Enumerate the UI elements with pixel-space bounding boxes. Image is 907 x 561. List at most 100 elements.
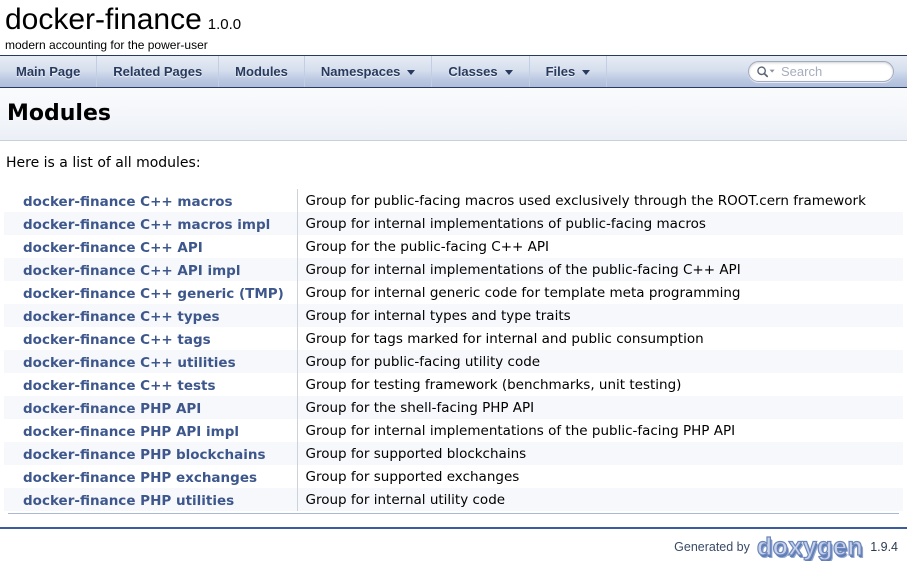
module-entry-cell: docker-finance C++ tests [4,373,297,396]
search-magnifier-group[interactable] [756,65,776,79]
table-row: docker-finance PHP blockchains Group for… [4,442,903,465]
table-row: docker-finance PHP exchanges Group for s… [4,465,903,488]
module-link[interactable]: docker-finance C++ tests [23,378,216,394]
search-caret-icon [770,69,775,72]
module-desc-cell: Group for internal implementations of th… [297,258,903,281]
search-input[interactable] [781,64,885,79]
module-desc-cell: Group for the public-facing C++ API [297,235,903,258]
nav-tab[interactable]: Files [530,56,608,87]
project-brief: modern accounting for the power-user [5,38,907,55]
module-desc-cell: Group for internal types and type traits [297,304,903,327]
table-row: docker-finance C++ API impl Group for in… [4,258,903,281]
table-row: docker-finance PHP API Group for the she… [4,396,903,419]
doxygen-logo[interactable]: doxygen [757,533,863,561]
nav-tab[interactable]: Main Page [0,56,97,87]
generated-by-label: Generated by [674,540,750,554]
contents: Here is a list of all modules: docker-fi… [0,155,907,514]
module-link[interactable]: docker-finance PHP blockchains [23,447,266,463]
module-desc-cell: Group for supported exchanges [297,465,903,488]
nav-tab-label: Main Page [16,64,80,79]
chevron-down-icon [407,70,415,75]
nav-tab[interactable]: Related Pages [97,56,219,87]
table-row: docker-finance PHP API impl Group for in… [4,419,903,442]
module-link[interactable]: docker-finance PHP exchanges [23,470,257,486]
main-nav-bar: Main Page Related Pages Modules Namespac… [0,55,907,88]
module-desc-cell: Group for testing framework (benchmarks,… [297,373,903,396]
page-title: Modules [7,100,900,127]
nav-tab-link[interactable]: Files [546,64,591,79]
chevron-down-icon [505,70,513,75]
module-link[interactable]: docker-finance C++ types [23,309,220,325]
module-desc-cell: Group for public-facing utility code [297,350,903,373]
module-desc-cell: Group for the shell-facing PHP API [297,396,903,419]
module-desc-cell: Group for internal implementations of th… [297,419,903,442]
project-version: 1.0.0 [208,16,241,33]
nav-tab-label: Related Pages [113,64,202,79]
module-desc-cell: Group for public-facing macros used excl… [297,189,903,212]
table-row: docker-finance C++ API Group for the pub… [4,235,903,258]
module-desc-cell: Group for tags marked for internal and p… [297,327,903,350]
table-row: docker-finance C++ utilities Group for p… [4,350,903,373]
module-entry-cell: docker-finance C++ API [4,235,297,258]
module-link[interactable]: docker-finance C++ macros impl [23,217,270,233]
title-area: docker-finance 1.0.0 modern accounting fo… [0,0,907,55]
table-row: docker-finance C++ generic (TMP) Group f… [4,281,903,304]
module-desc-cell: Group for supported blockchains [297,442,903,465]
module-link[interactable]: docker-finance C++ generic (TMP) [23,286,284,302]
nav-tab-label: Modules [235,64,288,79]
nav-tab-link[interactable]: Classes [448,64,512,79]
nav-tab-label: Namespaces [321,64,401,79]
module-entry-cell: docker-finance C++ utilities [4,350,297,373]
module-entry-cell: docker-finance PHP API [4,396,297,419]
contents-end-rule [8,513,899,514]
table-row: docker-finance C++ types Group for inter… [4,304,903,327]
module-desc-cell: Group for internal generic code for temp… [297,281,903,304]
table-row: docker-finance C++ tags Group for tags m… [4,327,903,350]
module-link[interactable]: docker-finance C++ API impl [23,263,240,279]
modules-table-body: docker-finance C++ macros Group for publ… [4,189,903,511]
module-entry-cell: docker-finance C++ generic (TMP) [4,281,297,304]
nav-tab-label: Files [546,64,576,79]
nav-tab[interactable]: Modules [219,56,305,87]
table-row: docker-finance C++ tests Group for testi… [4,373,903,396]
module-link[interactable]: docker-finance PHP utilities [23,493,234,509]
module-link[interactable]: docker-finance C++ tags [23,332,211,348]
search-icon [756,65,776,79]
intro-text: Here is a list of all modules: [6,155,903,172]
table-row: docker-finance PHP utilities Group for i… [4,488,903,511]
nav-tab[interactable]: Namespaces [305,56,433,87]
doxygen-version: 1.9.4 [870,540,898,554]
modules-table: docker-finance C++ macros Group for publ… [4,189,903,511]
module-entry-cell: docker-finance PHP API impl [4,419,297,442]
chevron-down-icon [582,70,590,75]
module-desc-cell: Group for internal implementations of pu… [297,212,903,235]
table-row: docker-finance C++ macros impl Group for… [4,212,903,235]
module-desc-cell: Group for internal utility code [297,488,903,511]
module-entry-cell: docker-finance C++ tags [4,327,297,350]
module-entry-cell: docker-finance PHP exchanges [4,465,297,488]
module-link[interactable]: docker-finance PHP API impl [23,424,239,440]
project-name: docker-finance [5,3,202,36]
nav-tab-link[interactable]: Main Page [16,64,80,79]
module-entry-cell: docker-finance C++ types [4,304,297,327]
nav-tab-link[interactable]: Related Pages [113,64,202,79]
module-entry-cell: docker-finance C++ macros [4,189,297,212]
module-entry-cell: docker-finance PHP utilities [4,488,297,511]
module-link[interactable]: docker-finance C++ API [23,240,203,256]
search-area [748,56,907,87]
nav-tab-list: Main Page Related Pages Modules Namespac… [0,56,607,87]
nav-tab-label: Classes [448,64,497,79]
module-entry-cell: docker-finance C++ macros impl [4,212,297,235]
project-name-row: docker-finance 1.0.0 [5,2,907,38]
module-entry-cell: docker-finance PHP blockchains [4,442,297,465]
module-link[interactable]: docker-finance C++ macros [23,194,233,210]
nav-tab-link[interactable]: Namespaces [321,64,416,79]
nav-tab[interactable]: Classes [432,56,529,87]
nav-tab-link[interactable]: Modules [235,64,288,79]
table-row: docker-finance C++ macros Group for publ… [4,189,903,212]
module-entry-cell: docker-finance C++ API impl [4,258,297,281]
module-link[interactable]: docker-finance PHP API [23,401,201,417]
page-header: Modules [0,88,907,141]
module-link[interactable]: docker-finance C++ utilities [23,355,236,371]
search-box[interactable] [748,61,894,82]
